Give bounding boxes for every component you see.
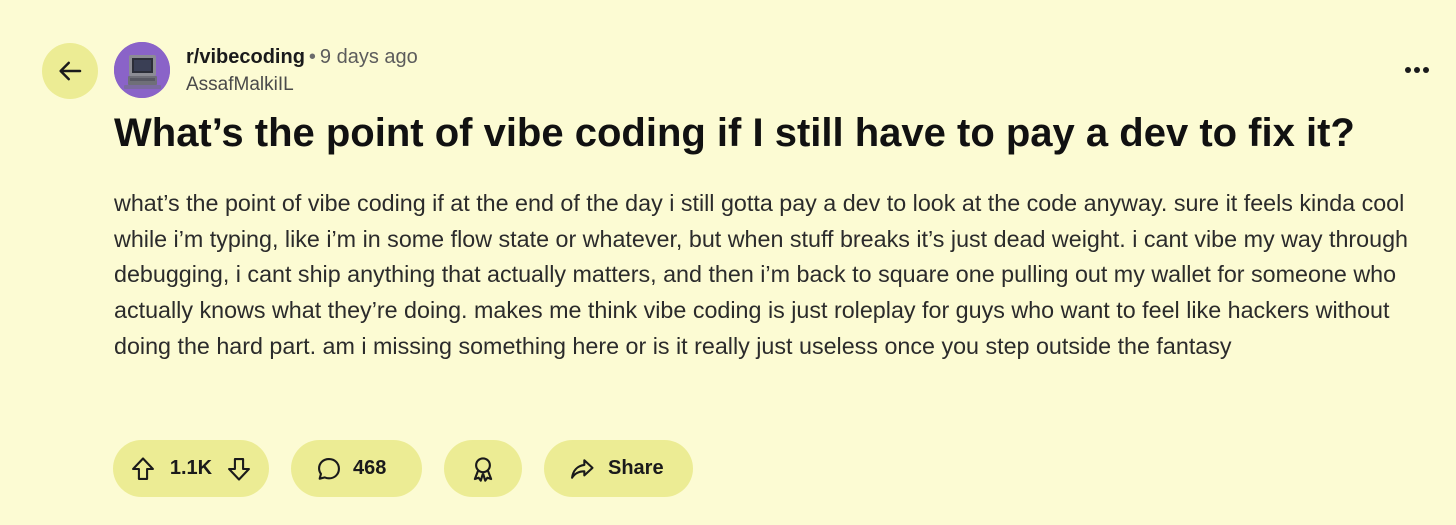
arrow-up-icon — [129, 455, 157, 483]
more-options-button[interactable] — [1402, 58, 1432, 82]
vote-control: 1.1K — [113, 440, 269, 497]
comments-button[interactable]: 468 — [291, 440, 422, 497]
comment-count: 468 — [353, 457, 387, 479]
back-button[interactable] — [42, 43, 98, 99]
post-actions: 1.1K 468 Share — [113, 440, 693, 497]
subreddit-link[interactable]: r/vibecoding — [186, 46, 305, 68]
post-body: what’s the point of vibe coding if at th… — [114, 190, 1409, 359]
share-arrow-icon — [568, 455, 596, 483]
post-time: 9 days ago — [319, 46, 418, 68]
comment-bubble-icon — [315, 455, 343, 483]
share-button[interactable]: Share — [544, 440, 693, 497]
post-title: What’s the point of vibe coding if I sti… — [114, 111, 1355, 155]
upvote-button[interactable] — [129, 455, 157, 483]
meta-separator: • — [308, 46, 316, 68]
award-ribbon-icon — [468, 454, 498, 484]
more-horizontal-icon — [1404, 66, 1430, 74]
post-page: r/vibecoding • 9 days ago AssafMalkiIL Wha… — [0, 0, 1456, 525]
award-button[interactable] — [444, 440, 522, 497]
arrow-down-icon — [225, 455, 253, 483]
post-meta: r/vibecoding • 9 days ago — [186, 44, 418, 70]
share-label: Share — [608, 457, 664, 479]
vote-count: 1.1K — [169, 457, 213, 479]
arrow-left-icon — [55, 56, 85, 86]
subreddit-avatar[interactable] — [114, 42, 170, 98]
computer-icon — [114, 42, 170, 98]
author-link[interactable]: AssafMalkiIL — [186, 72, 294, 98]
downvote-button[interactable] — [225, 455, 253, 483]
